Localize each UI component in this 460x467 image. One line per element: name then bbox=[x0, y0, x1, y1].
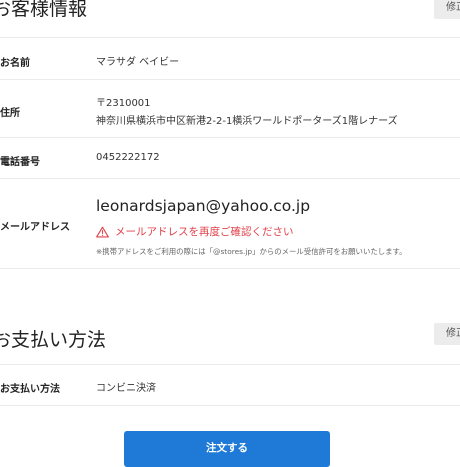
customer-info-title: お客様情報 bbox=[0, 0, 88, 20]
email-warning: メールアドレスを再度ご確認ください bbox=[96, 224, 294, 239]
divider bbox=[0, 178, 460, 179]
name-value: マラサダ ベイビー bbox=[96, 57, 180, 68]
name-label: お名前 bbox=[0, 58, 30, 69]
divider bbox=[0, 137, 460, 138]
divider bbox=[0, 79, 460, 80]
divider bbox=[0, 364, 460, 365]
email-label: メールアドレス bbox=[0, 222, 70, 233]
phone-value: 0452222172 bbox=[96, 152, 160, 163]
divider bbox=[0, 37, 460, 38]
edit-payment-button[interactable]: 修正 bbox=[434, 323, 460, 345]
email-note: ※携帯アドレスをご利用の際には「@stores.jp」からのメール受信許可をお願… bbox=[96, 247, 407, 256]
address-value: 神奈川県横浜市中区新港2-2-1横浜ワールドポーターズ1階レナーズ bbox=[96, 116, 398, 127]
email-value: leonardsjapan@yahoo.co.jp bbox=[96, 197, 311, 215]
email-warning-text: メールアドレスを再度ご確認ください bbox=[115, 226, 294, 238]
divider bbox=[0, 405, 460, 406]
warning-icon bbox=[96, 226, 109, 237]
address-label: 住所 bbox=[0, 108, 20, 119]
edit-customer-info-button[interactable]: 修正 bbox=[434, 0, 460, 19]
submit-order-button[interactable]: 注文する bbox=[124, 431, 330, 467]
payment-title: お支払い方法 bbox=[0, 329, 107, 351]
postal-code-value: 〒2310001 bbox=[96, 98, 151, 109]
payment-method-value: コンビニ決済 bbox=[96, 383, 156, 394]
divider bbox=[0, 268, 460, 269]
phone-label: 電話番号 bbox=[0, 157, 40, 168]
payment-method-label: お支払い方法 bbox=[0, 384, 60, 395]
